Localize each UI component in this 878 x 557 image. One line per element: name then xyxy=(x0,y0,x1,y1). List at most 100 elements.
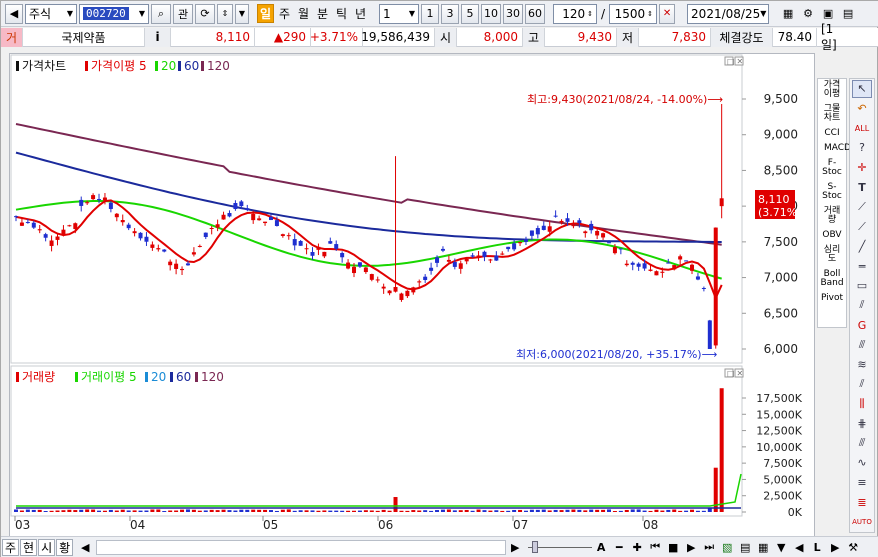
count-input[interactable]: 120 ⇕ xyxy=(553,3,597,24)
fibo-time-icon[interactable]: ≣ xyxy=(852,493,872,511)
search-icon[interactable]: ⌕ xyxy=(151,3,171,24)
tile-icon[interactable]: ▤ xyxy=(840,6,856,22)
market-flag: 거 xyxy=(1,27,23,47)
indicator-s-stoc[interactable]: S-Stoc xyxy=(820,183,844,201)
candle-body xyxy=(180,268,185,271)
minus-icon[interactable]: ━ xyxy=(611,539,627,555)
candle-body xyxy=(393,286,398,292)
maximize-icon[interactable]: □ xyxy=(727,369,735,378)
cycle-icon[interactable]: ⫼ xyxy=(852,395,872,413)
indicator-volume[interactable]: 거래량 xyxy=(822,207,842,225)
arrow-right-icon[interactable]: ▶ xyxy=(827,539,843,555)
indicator-cci[interactable]: CCI xyxy=(824,129,839,138)
plus-icon[interactable]: ✚ xyxy=(629,539,645,555)
horizontal-scrollbar[interactable] xyxy=(96,539,507,555)
code-input[interactable]: 002720 ▼ xyxy=(79,3,149,24)
trend-line-icon[interactable]: ⟋ xyxy=(852,198,872,216)
line-icon[interactable]: ╱ xyxy=(852,238,872,256)
cursor-icon[interactable]: ↖ xyxy=(852,80,872,98)
fan-icon[interactable]: ⫻ xyxy=(852,336,872,354)
dropdown-icon[interactable]: ▼ xyxy=(235,3,249,24)
auto-icon[interactable]: AUTO xyxy=(852,513,872,531)
indicator-net-chart[interactable]: 그물차트 xyxy=(822,105,842,123)
maximize-icon[interactable]: □ xyxy=(727,57,735,66)
scroll-right-icon[interactable]: ▶ xyxy=(507,539,523,555)
tab-stock[interactable]: 주 xyxy=(2,538,20,556)
undo-icon[interactable]: ↶ xyxy=(852,100,872,118)
next-icon[interactable]: ⏭ xyxy=(701,539,717,555)
l-icon[interactable]: L xyxy=(809,539,825,555)
tab-period-month[interactable]: 월 xyxy=(295,4,312,23)
cross-icon[interactable]: ✛ xyxy=(852,159,872,177)
interval-60-button[interactable]: 60 xyxy=(525,3,545,24)
kwan-button[interactable]: 관 xyxy=(173,3,193,24)
indicator-pivot[interactable]: Pivot xyxy=(821,294,843,303)
tab-status[interactable]: 황 xyxy=(56,538,74,556)
gann-fan-icon[interactable]: ⫻ xyxy=(852,434,872,452)
market-select[interactable]: 주식 ▼ xyxy=(25,3,77,24)
volume-panel-buttons[interactable]: □ ✕ xyxy=(724,368,744,378)
window-icon[interactable]: ▣ xyxy=(820,6,836,22)
print-icon[interactable]: ▦ xyxy=(755,539,771,555)
indicator-bollinger[interactable]: Boll Band xyxy=(819,270,845,288)
scroll-left-icon[interactable]: ◀ xyxy=(77,539,93,555)
excel-icon[interactable]: ▧ xyxy=(719,539,735,555)
close-icon[interactable]: ✕ xyxy=(737,369,744,378)
hline-icon[interactable]: ═ xyxy=(852,257,872,275)
interval-select[interactable]: 1 ▼ xyxy=(379,3,419,24)
close-icon[interactable]: ✕ xyxy=(659,3,676,24)
save-icon[interactable]: ▤ xyxy=(737,539,753,555)
channel-icon[interactable]: ⫽ xyxy=(852,297,872,315)
refresh-icon[interactable]: ⟳ xyxy=(195,3,215,24)
arrow-left-icon[interactable]: ◀ xyxy=(791,539,807,555)
settings-icon[interactable]: ⚙ xyxy=(800,6,816,22)
text-icon[interactable]: T xyxy=(852,178,872,196)
info-icon[interactable]: i xyxy=(145,27,171,47)
interval-3-button[interactable]: 3 xyxy=(441,3,459,24)
date-select[interactable]: 2021/08/25 ▼ xyxy=(687,3,770,24)
volume-tick-label: 0K xyxy=(788,506,803,519)
help-icon[interactable]: ? xyxy=(852,139,872,157)
layout-icon[interactable]: ▦ xyxy=(780,6,796,22)
tab-market[interactable]: 시 xyxy=(38,538,56,556)
config-icon[interactable]: ⚒ xyxy=(845,539,861,555)
all-icon[interactable]: ALL xyxy=(852,119,872,137)
zoom-slider-thumb[interactable] xyxy=(532,541,539,553)
interval-5-button[interactable]: 5 xyxy=(461,3,479,24)
interval-10-button[interactable]: 10 xyxy=(481,3,501,24)
rect-icon[interactable]: ▭ xyxy=(852,277,872,295)
first-icon[interactable]: ⏮ xyxy=(647,539,663,555)
indicator-obv[interactable]: OBV xyxy=(822,231,841,240)
tab-period-minute[interactable]: 분 xyxy=(314,4,331,23)
tab-period-week[interactable]: 주 xyxy=(276,4,293,23)
arrow-down-icon[interactable]: ▼ xyxy=(773,539,789,555)
tab-period-day[interactable]: 일 xyxy=(257,4,274,23)
indicator-macd[interactable]: MACD xyxy=(824,144,851,153)
close-icon[interactable]: ✕ xyxy=(737,57,744,66)
tab-current[interactable]: 현 xyxy=(20,538,38,556)
chart-area[interactable]: 9,5009,0008,5008,0007,5007,0006,5006,000… xyxy=(9,53,815,545)
total-input[interactable]: 1500 ⇕ xyxy=(609,3,658,24)
interval-1-button[interactable]: 1 xyxy=(421,3,439,24)
tab-period-year[interactable]: 년 xyxy=(352,4,369,23)
interval-30-button[interactable]: 30 xyxy=(503,3,523,24)
ray-line-icon[interactable]: ⟋ xyxy=(852,218,872,236)
price-panel-buttons[interactable]: □ ✕ xyxy=(724,56,744,66)
time-zone-icon[interactable]: ≡ xyxy=(852,474,872,492)
speed-line-icon[interactable]: ⫽ xyxy=(852,375,872,393)
tab-period-tick[interactable]: 틱 xyxy=(333,4,350,23)
stop-icon[interactable]: ■ xyxy=(665,539,681,555)
prev-icon[interactable]: ◀ xyxy=(5,3,23,24)
volume-bar xyxy=(523,510,528,512)
wave-icon[interactable]: ∿ xyxy=(852,454,872,472)
zoom-slider[interactable] xyxy=(528,540,593,554)
gann-icon[interactable]: G xyxy=(852,316,872,334)
zoom-out-icon[interactable]: A xyxy=(593,539,609,555)
spin-icon[interactable]: ⇕ xyxy=(217,3,233,24)
fibo-icon[interactable]: ≋ xyxy=(852,356,872,374)
andrews-icon[interactable]: ⋕ xyxy=(852,415,872,433)
indicator-price-ma[interactable]: 가격이평 xyxy=(822,81,842,99)
play-icon[interactable]: ▶ xyxy=(683,539,699,555)
indicator-f-stoc[interactable]: F-Stoc xyxy=(820,159,844,177)
indicator-psychology[interactable]: 심리도 xyxy=(822,246,842,264)
